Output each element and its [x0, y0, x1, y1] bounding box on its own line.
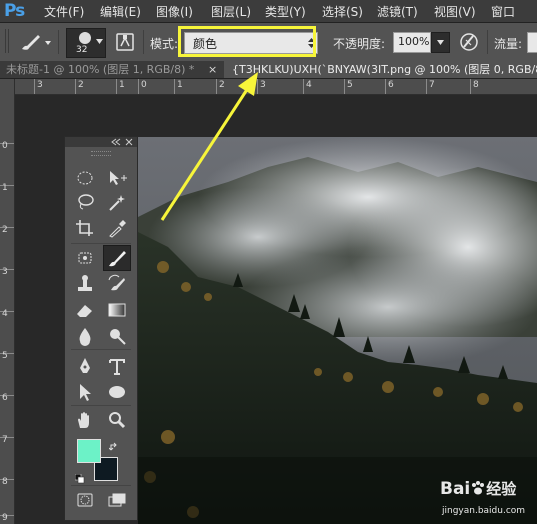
brush-size-value: 32 — [76, 45, 88, 55]
flow-input[interactable] — [527, 32, 537, 53]
ruler-h-label: 6 — [388, 80, 394, 90]
close-icon — [125, 138, 133, 146]
tab-active-label: {T3HKLKU)UXH(`BNYAW(3IT.png @ 100% (图层 0… — [232, 63, 537, 76]
menu-image[interactable]: 图像(I) — [156, 3, 193, 20]
tab-untitled[interactable]: 未标题-1 @ 100% (图层 1, RGB/8) * × — [0, 61, 224, 78]
brush-tool-icon[interactable] — [103, 245, 131, 271]
zoom-tool-icon[interactable] — [105, 409, 129, 431]
options-grip — [4, 27, 10, 55]
ruler-v-label: 4 — [2, 309, 8, 319]
chevron-down-icon — [96, 39, 103, 44]
brush-panel-toggle-icon[interactable] — [114, 31, 136, 53]
menu-select[interactable]: 选择(S) — [322, 3, 363, 20]
ruler-h-label: 2 — [78, 80, 84, 90]
app-logo: Ps — [4, 1, 25, 21]
tab-untitled-label: 未标题-1 @ 100% (图层 1, RGB/8) * — [6, 63, 195, 76]
tool-separator — [71, 349, 131, 350]
screen-mode-icon[interactable] — [105, 489, 129, 511]
chevron-down-icon — [437, 40, 444, 45]
pen-tool-icon[interactable] — [73, 355, 97, 377]
ruler-h-label: 4 — [306, 80, 312, 90]
dodge-tool-icon[interactable] — [105, 325, 129, 347]
tab-active-document[interactable]: {T3HKLKU)UXH(`BNYAW(3IT.png @ 100% (图层 0… — [224, 61, 537, 78]
ruler-h-label: 3 — [37, 80, 43, 90]
ruler-v-label: 2 — [2, 225, 8, 235]
lasso-tool-icon[interactable] — [73, 191, 97, 213]
annotation-highlight-box — [178, 26, 316, 57]
ruler-v-label: 0 — [2, 141, 8, 151]
tool-separator — [71, 485, 131, 486]
gradient-tool-icon[interactable] — [105, 299, 129, 321]
ruler-v-label: 1 — [2, 183, 8, 193]
vertical-ruler: 0 1 2 3 4 5 6 7 8 9 — [0, 79, 15, 524]
ruler-h-label: 1 — [119, 80, 125, 90]
menu-window[interactable]: 窗口 — [491, 3, 515, 20]
ruler-h-label: 0 — [141, 80, 147, 90]
separator — [58, 30, 59, 54]
ellipse-tool-icon[interactable] — [105, 381, 129, 403]
tools-panel-header[interactable] — [65, 137, 137, 147]
ruler-v-label: 3 — [2, 267, 8, 277]
ruler-v-label: 9 — [2, 513, 8, 523]
ruler-h-label: 1 — [177, 80, 183, 90]
watermark-brand: Bai — [440, 479, 471, 499]
brush-tip-icon — [79, 32, 91, 44]
move-tool-icon[interactable] — [105, 167, 129, 189]
opacity-label: 不透明度: — [333, 37, 386, 51]
menu-edit[interactable]: 编辑(E) — [100, 3, 141, 20]
panel-grip[interactable] — [91, 151, 111, 156]
separator — [487, 30, 488, 54]
eraser-tool-icon[interactable] — [73, 299, 97, 321]
clone-stamp-tool-icon[interactable] — [73, 273, 97, 295]
flow-label: 流量: — [494, 37, 523, 51]
watermark-url: jingyan.baidu.com — [442, 506, 526, 516]
ruler-v-label: 5 — [2, 351, 8, 361]
ruler-h-label: 8 — [473, 80, 479, 90]
tools-panel — [64, 136, 138, 521]
ruler-h-label: 5 — [347, 80, 353, 90]
menu-type[interactable]: 类型(Y) — [265, 3, 306, 20]
brush-size-picker[interactable]: 32 — [66, 28, 106, 58]
hand-tool-icon[interactable] — [73, 409, 97, 431]
foreground-color-swatch[interactable] — [77, 439, 101, 463]
watermark-brand2: 经验 — [486, 480, 517, 498]
ruler-v-label: 6 — [2, 393, 8, 403]
history-brush-tool-icon[interactable] — [105, 273, 129, 295]
blur-tool-icon[interactable] — [73, 325, 97, 347]
ruler-h-label: 2 — [219, 80, 225, 90]
ruler-h-label: 3 — [260, 80, 266, 90]
menu-bar: Ps 文件(F) 编辑(E) 图像(I) 图层(L) 类型(Y) 选择(S) 滤… — [0, 0, 537, 23]
opacity-dropdown-button[interactable] — [431, 32, 450, 53]
spot-healing-tool-icon[interactable] — [73, 247, 97, 269]
swap-colors-icon[interactable] — [108, 437, 119, 456]
paw-icon — [472, 481, 485, 495]
watermark: Bai 经验 jingyan.baidu.com — [440, 478, 535, 522]
menu-view[interactable]: 视图(V) — [434, 3, 476, 20]
eyedropper-tool-icon[interactable] — [105, 217, 129, 239]
crop-tool-icon[interactable] — [73, 217, 97, 239]
menu-filter[interactable]: 滤镜(T) — [377, 3, 418, 20]
pressure-opacity-icon[interactable] — [458, 31, 480, 53]
separator — [143, 30, 144, 54]
mode-label: 模式: — [150, 37, 179, 51]
menu-file[interactable]: 文件(F) — [44, 3, 84, 20]
ruler-v-label: 8 — [2, 477, 8, 487]
opacity-input[interactable]: 100% — [393, 32, 431, 53]
marquee-tool-icon[interactable] — [73, 167, 97, 189]
canvas-image[interactable] — [138, 137, 537, 524]
opacity-value: 100% — [398, 35, 430, 48]
brush-tool-preset-icon[interactable] — [18, 32, 52, 56]
ruler-h-label: 7 — [429, 80, 435, 90]
horizontal-ruler: 3 2 1 0 1 2 3 4 5 6 7 8 — [14, 79, 537, 95]
collapse-icon — [111, 138, 121, 146]
menu-layer[interactable]: 图层(L) — [211, 3, 251, 20]
tool-separator — [71, 243, 131, 244]
quick-mask-icon[interactable] — [73, 489, 97, 511]
type-tool-icon[interactable] — [105, 355, 129, 377]
path-selection-tool-icon[interactable] — [73, 381, 97, 403]
tab-close-icon[interactable]: × — [208, 61, 217, 78]
magic-wand-tool-icon[interactable] — [105, 191, 129, 213]
ruler-v-label: 7 — [2, 435, 8, 445]
tool-separator — [71, 405, 131, 406]
